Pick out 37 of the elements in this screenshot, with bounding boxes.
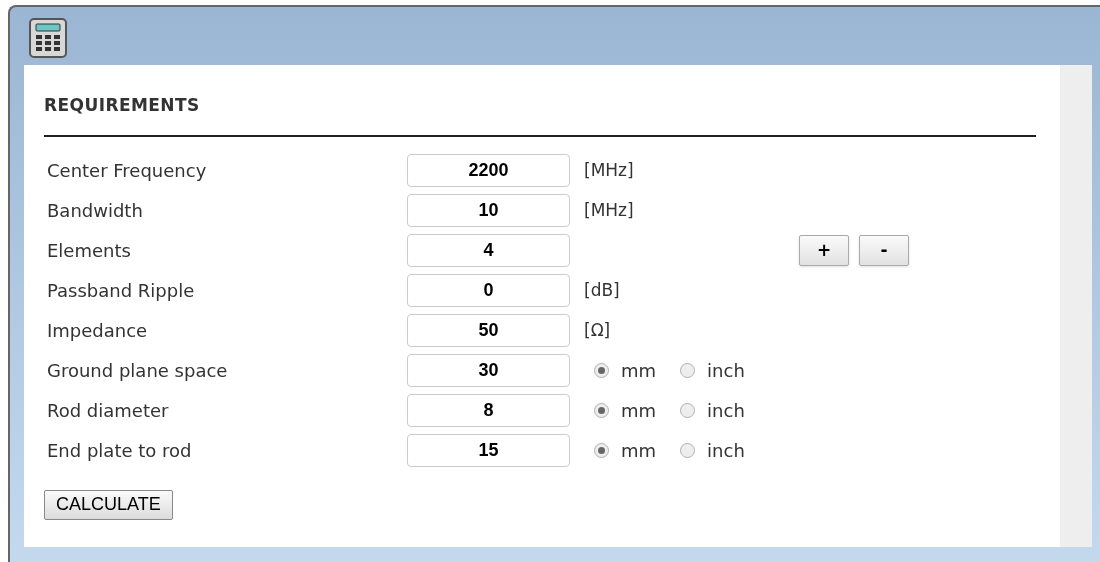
field-label: Passband Ripple: [47, 279, 196, 303]
radio-label: mm: [621, 359, 657, 383]
radio-label: mm: [621, 439, 657, 463]
value-field[interactable]: 10: [407, 194, 570, 227]
field-label: End plate to rod: [47, 439, 193, 463]
value-field[interactable]: 8: [407, 394, 570, 427]
value-field[interactable]: 4: [407, 234, 570, 267]
value-field[interactable]: 15: [407, 434, 570, 467]
unit-label: [MHz]: [584, 158, 634, 182]
radio-button[interactable]: [680, 363, 696, 378]
calculate-button[interactable]: CALCULATE: [44, 489, 173, 520]
unit-label: [Ω]: [584, 318, 611, 342]
unit-label: [MHz]: [584, 198, 634, 222]
field-label: Center Frequency: [47, 159, 208, 183]
value-field[interactable]: 0: [407, 274, 570, 307]
increment-button[interactable]: +: [799, 235, 849, 266]
calculator-icon: [28, 17, 68, 59]
radio-button[interactable]: [680, 443, 696, 458]
section-title: REQUIREMENTS: [44, 94, 201, 117]
field-label: Bandwidth: [47, 199, 144, 223]
field-label: Rod diameter: [47, 399, 170, 423]
radio-label: mm: [621, 399, 657, 423]
radio-label: inch: [707, 359, 745, 383]
radio-button[interactable]: [594, 403, 609, 418]
radio-label: inch: [707, 439, 745, 463]
radio-button[interactable]: [594, 443, 609, 458]
radio-button[interactable]: [680, 403, 696, 418]
field-label: Impedance: [47, 319, 149, 343]
value-field[interactable]: 2200: [407, 154, 570, 187]
decrement-button[interactable]: -: [859, 235, 909, 266]
radio-button[interactable]: [594, 363, 609, 378]
radio-label: inch: [707, 399, 745, 423]
value-field[interactable]: 50: [407, 314, 570, 347]
unit-label: [dB]: [584, 278, 620, 302]
field-label: Ground plane space: [47, 359, 229, 383]
field-label: Elements: [47, 239, 132, 263]
value-field[interactable]: 30: [407, 354, 570, 387]
